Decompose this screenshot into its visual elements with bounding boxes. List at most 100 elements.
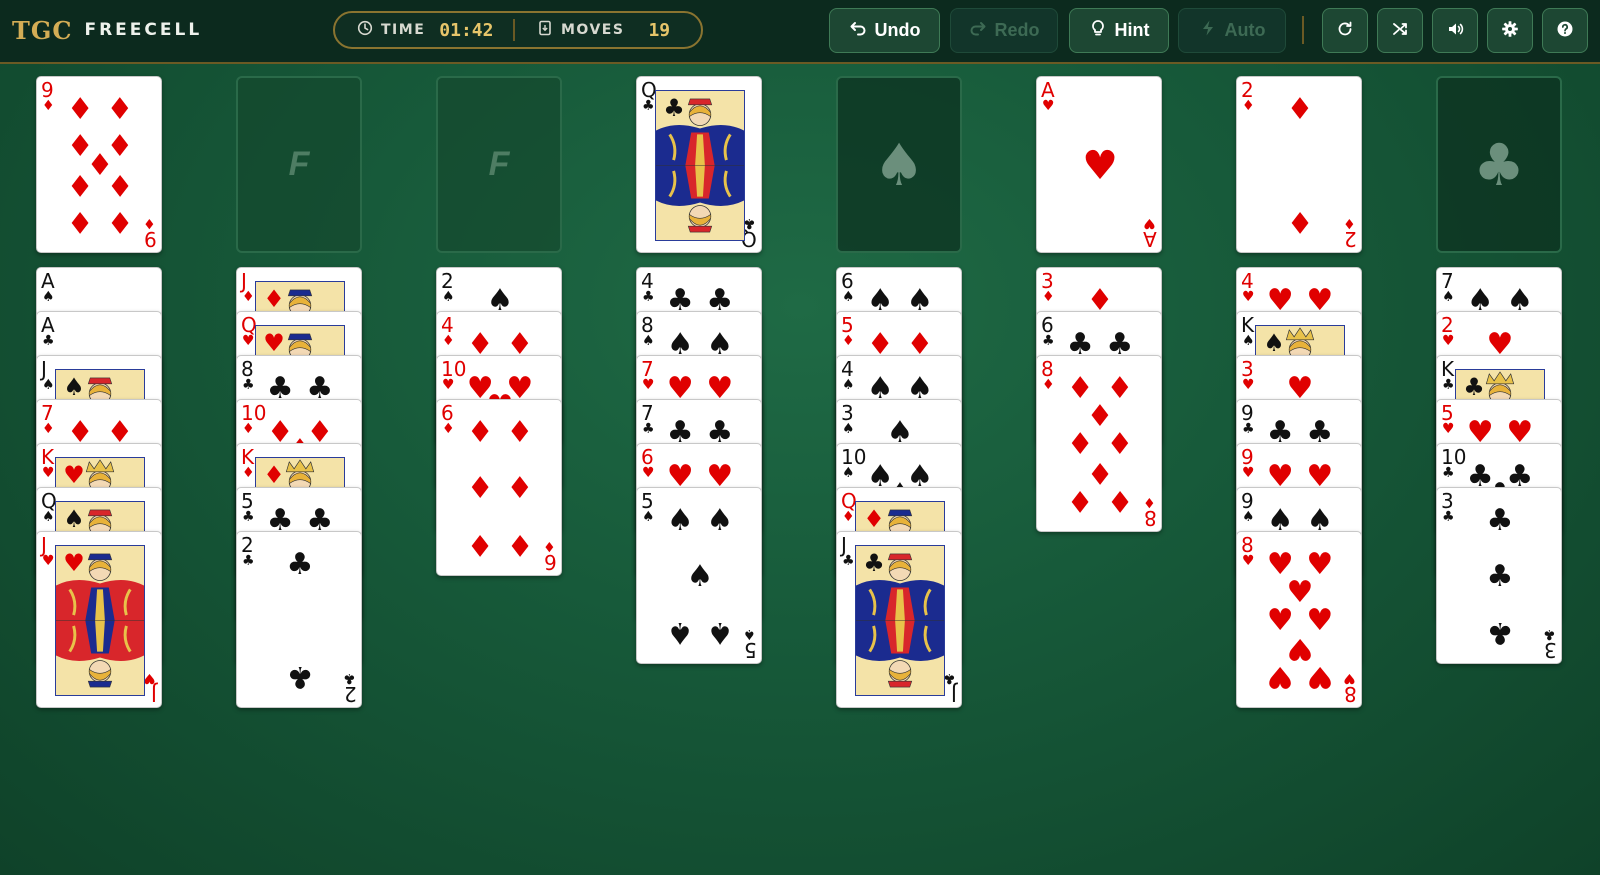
foundation-4[interactable]: ♣ bbox=[1436, 76, 1562, 253]
diamonds-icon: ♦ bbox=[263, 461, 285, 489]
diamonds-icon: ♦ bbox=[1066, 482, 1094, 518]
card-rank: 2 bbox=[344, 682, 357, 706]
foundation-1[interactable]: ♠ bbox=[836, 76, 962, 253]
diamonds-icon: ♦ bbox=[263, 285, 285, 313]
diamonds-icon: ♦ bbox=[842, 509, 855, 525]
time-value: 01:42 bbox=[439, 19, 494, 41]
clubs-icon: ♣ bbox=[663, 94, 685, 122]
card-rank: 8 bbox=[1344, 682, 1357, 706]
tableau-2-card-7[interactable]: 2 ♣ 2 ♣ ♣ ♣ bbox=[236, 531, 362, 708]
diamonds-icon: ♦ bbox=[242, 289, 255, 305]
diamonds-icon: ♦ bbox=[106, 167, 134, 203]
sound-button[interactable] bbox=[1432, 8, 1478, 53]
tableau-8-card-6[interactable]: 3 ♣ 3 ♣ ♣ ♣ ♣ bbox=[1436, 487, 1562, 664]
top-bar: TGC FREECELL TIME 01:42 MOVES 19 Undo Re… bbox=[0, 0, 1600, 64]
redo-icon bbox=[969, 19, 987, 42]
diamonds-icon: ♦ bbox=[442, 333, 455, 349]
spades-icon: ♠ bbox=[42, 377, 55, 393]
card-rank: J bbox=[151, 682, 157, 706]
clubs-icon: ♣ bbox=[642, 421, 655, 437]
spades-icon: ♠ bbox=[706, 614, 734, 650]
lightning-icon bbox=[1199, 19, 1217, 42]
hearts-icon: ♥ bbox=[1143, 215, 1156, 231]
hearts-icon: ♥ bbox=[263, 329, 285, 357]
hint-button[interactable]: Hint bbox=[1069, 8, 1169, 53]
auto-label: Auto bbox=[1224, 20, 1266, 40]
hearts-icon: ♥ bbox=[1082, 142, 1118, 189]
help-button[interactable] bbox=[1542, 8, 1588, 53]
diamonds-icon: ♦ bbox=[1042, 377, 1055, 393]
tableau-3-card-4[interactable]: 6 ♦ 6 ♦ ♦ ♦ ♦ ♦ ♦ ♦ bbox=[436, 399, 562, 576]
undo-button[interactable]: Undo bbox=[829, 8, 940, 53]
settings-button[interactable] bbox=[1487, 8, 1533, 53]
foundation-3[interactable]: 2 ♦ 2 ♦ ♦ ♦ bbox=[1236, 76, 1362, 253]
hearts-icon: ♥ bbox=[1242, 465, 1255, 481]
hearts-icon: ♥ bbox=[1306, 658, 1334, 694]
foundation-2[interactable]: A ♥ A ♥ ♥ bbox=[1036, 76, 1162, 253]
diamonds-icon: ♦ bbox=[66, 167, 94, 203]
foundation-suit-icon: ♠ bbox=[873, 130, 925, 199]
card-rank: A bbox=[1143, 227, 1157, 251]
tableau-1-card-7[interactable]: J ♥ J ♥ ♥ bbox=[36, 531, 162, 708]
clubs-icon: ♣ bbox=[943, 670, 956, 686]
restart-button[interactable] bbox=[1322, 8, 1368, 53]
clubs-icon: ♣ bbox=[242, 509, 255, 525]
spades-icon: ♠ bbox=[1242, 509, 1255, 525]
clubs-icon: ♣ bbox=[242, 377, 255, 393]
clubs-icon: ♣ bbox=[343, 670, 356, 686]
clubs-icon: ♣ bbox=[242, 553, 255, 569]
free-cell-1[interactable]: 9 ♦ 9 ♦ ♦ ♦ ♦ ♦ ♦ ♦ ♦ ♦ ♦ bbox=[36, 76, 162, 253]
spades-icon: ♠ bbox=[686, 558, 714, 594]
spades-icon: ♠ bbox=[842, 377, 855, 393]
header-divider bbox=[1302, 16, 1304, 44]
free-cell-label: F bbox=[288, 145, 310, 183]
hearts-icon: ♥ bbox=[1242, 289, 1255, 305]
diamonds-icon: ♦ bbox=[106, 92, 134, 128]
clubs-icon: ♣ bbox=[1442, 377, 1455, 393]
diamonds-icon: ♦ bbox=[1286, 92, 1314, 128]
moves-value: 19 bbox=[648, 19, 671, 41]
diamonds-icon: ♦ bbox=[106, 203, 134, 239]
game-stats: TIME 01:42 MOVES 19 bbox=[333, 11, 703, 49]
free-cell-3[interactable]: F bbox=[436, 76, 562, 253]
hearts-icon: ♥ bbox=[442, 377, 455, 393]
shuffle-icon bbox=[1391, 20, 1409, 42]
moves-stat: MOVES 19 bbox=[515, 13, 685, 47]
redo-button[interactable]: Redo bbox=[950, 8, 1058, 53]
clubs-icon: ♣ bbox=[642, 98, 655, 114]
free-cell-4[interactable]: Q ♣ Q ♣ ♣ bbox=[636, 76, 762, 253]
tableau-7-card-7[interactable]: 8 ♥ 8 ♥ ♥ ♥ ♥ ♥ ♥ ♥ ♥ ♥ bbox=[1236, 531, 1362, 708]
hearts-icon: ♥ bbox=[642, 465, 655, 481]
undo-label: Undo bbox=[874, 20, 921, 40]
spades-icon: ♠ bbox=[666, 503, 694, 539]
diamonds-icon: ♦ bbox=[863, 505, 885, 533]
time-stat: TIME 01:42 bbox=[335, 13, 513, 47]
clubs-icon: ♣ bbox=[286, 547, 314, 583]
diamonds-icon: ♦ bbox=[1106, 482, 1134, 518]
clubs-icon: ♣ bbox=[642, 289, 655, 305]
card-rank: 5 bbox=[744, 638, 757, 662]
free-cell-2[interactable]: F bbox=[236, 76, 362, 253]
redo-label: Redo bbox=[994, 20, 1040, 40]
spades-icon: ♠ bbox=[842, 421, 855, 437]
diamonds-icon: ♦ bbox=[1286, 203, 1314, 239]
gear-icon bbox=[1501, 20, 1519, 42]
spades-icon: ♠ bbox=[1263, 329, 1285, 357]
tableau-4-card-6[interactable]: 5 ♠ 5 ♠ ♠ ♠ ♠ ♠ ♠ bbox=[636, 487, 762, 664]
hearts-icon: ♥ bbox=[242, 333, 255, 349]
hearts-icon: ♥ bbox=[1242, 377, 1255, 393]
diamonds-icon: ♦ bbox=[506, 526, 534, 562]
tableau-6-card-3[interactable]: 8 ♦ 8 ♦ ♦ ♦ ♦ ♦ ♦ ♦ ♦ ♦ bbox=[1036, 355, 1162, 532]
tableau-5-card-7[interactable]: J ♣ J ♣ ♣ bbox=[836, 531, 962, 708]
card-rank: 2 bbox=[1344, 227, 1357, 251]
clubs-icon: ♣ bbox=[842, 553, 855, 569]
shuffle-button[interactable] bbox=[1377, 8, 1423, 53]
hearts-icon: ♥ bbox=[63, 461, 85, 489]
spades-icon: ♠ bbox=[842, 289, 855, 305]
auto-button[interactable]: Auto bbox=[1178, 8, 1286, 53]
hearts-icon: ♥ bbox=[642, 377, 655, 393]
diamonds-icon: ♦ bbox=[1143, 494, 1156, 510]
hearts-icon: ♥ bbox=[1343, 670, 1356, 686]
spades-icon: ♠ bbox=[666, 614, 694, 650]
clubs-icon: ♣ bbox=[1543, 626, 1556, 642]
